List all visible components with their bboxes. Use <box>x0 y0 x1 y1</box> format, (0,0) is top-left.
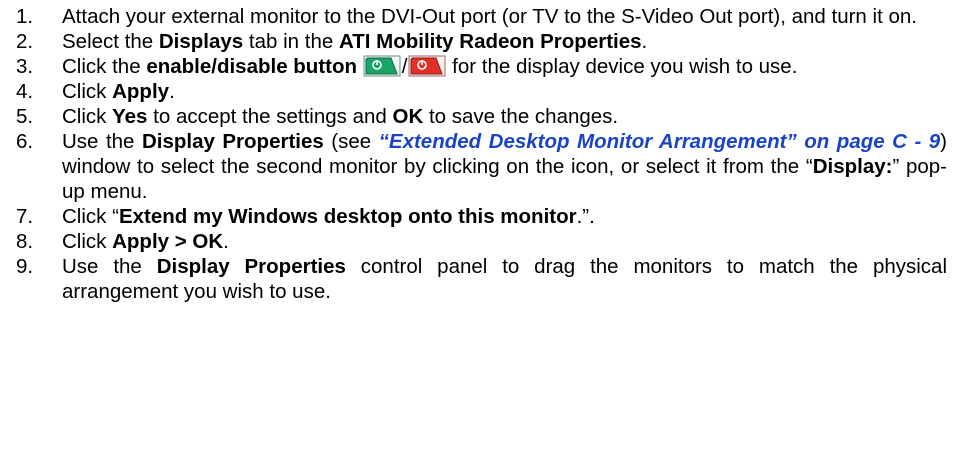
step-text: tab in the <box>243 30 339 53</box>
step-2: 2. Select the Displays tab in the ATI Mo… <box>0 29 959 54</box>
step-number: 8. <box>16 230 34 253</box>
display-menu-label: Display: <box>812 155 893 178</box>
step-9: 9. Use the Display Properties control pa… <box>0 254 959 304</box>
step-1: 1. Attach your external monitor to the D… <box>0 4 959 29</box>
displays-tab-label: Displays <box>158 30 244 53</box>
step-text: Attach your external monitor to the DVI-… <box>62 5 917 28</box>
icon-separator: / <box>401 55 408 78</box>
step-number: 9. <box>16 255 34 278</box>
ok-label: OK <box>392 105 424 128</box>
enable-disable-label: enable/disable button <box>146 55 358 78</box>
display-properties-label: Display Properties <box>141 130 324 153</box>
extend-desktop-label: Extend my Windows desktop onto this moni… <box>118 205 577 228</box>
display-properties-label: Display Properties <box>156 255 346 278</box>
step-text: . <box>169 80 175 103</box>
step-8: 8. Click Apply > OK. <box>0 229 959 254</box>
yes-label: Yes <box>112 105 148 128</box>
step-6: 6. Use the Display Properties (see “Exte… <box>0 129 959 204</box>
step-text: (see <box>323 130 379 153</box>
step-text: Use the <box>62 130 142 153</box>
apply-ok-label: Apply > OK <box>112 230 224 253</box>
step-text: to save the changes. <box>423 105 619 128</box>
step-number: 6. <box>16 130 34 153</box>
disable-button-icon <box>408 55 446 77</box>
step-text: Click the <box>62 55 147 78</box>
step-text: to accept the settings and <box>147 105 393 128</box>
step-text: Click “ <box>62 205 119 228</box>
step-text: for the display device you wish to use. <box>452 55 798 78</box>
step-number: 1. <box>16 5 34 28</box>
step-5: 5. Click Yes to accept the settings and … <box>0 104 959 129</box>
step-4: 4. Click Apply. <box>0 79 959 104</box>
ati-properties-label: ATI Mobility Radeon Properties <box>338 30 642 53</box>
step-text: . <box>223 230 229 253</box>
step-text: Click <box>62 230 113 253</box>
apply-label: Apply <box>112 80 170 103</box>
step-text: Click <box>62 80 113 103</box>
enable-button-icon <box>363 55 401 77</box>
step-number: 2. <box>16 30 34 53</box>
step-text: . <box>641 30 648 53</box>
step-text: .”. <box>576 205 595 228</box>
step-text: Select the <box>62 30 159 53</box>
step-number: 4. <box>16 80 34 103</box>
step-7: 7. Click “Extend my Windows desktop onto… <box>0 204 959 229</box>
step-number: 7. <box>16 205 34 228</box>
instruction-list: 1. Attach your external monitor to the D… <box>0 4 959 304</box>
step-text: Click <box>62 105 113 128</box>
step-number: 3. <box>16 55 34 78</box>
page-reference-link[interactable]: “Extended Desktop Monitor Arrangement” o… <box>379 130 941 153</box>
step-text: Use the <box>62 255 157 278</box>
step-number: 5. <box>16 105 34 128</box>
step-3: 3. Click the enable/disable button / for… <box>0 54 959 79</box>
